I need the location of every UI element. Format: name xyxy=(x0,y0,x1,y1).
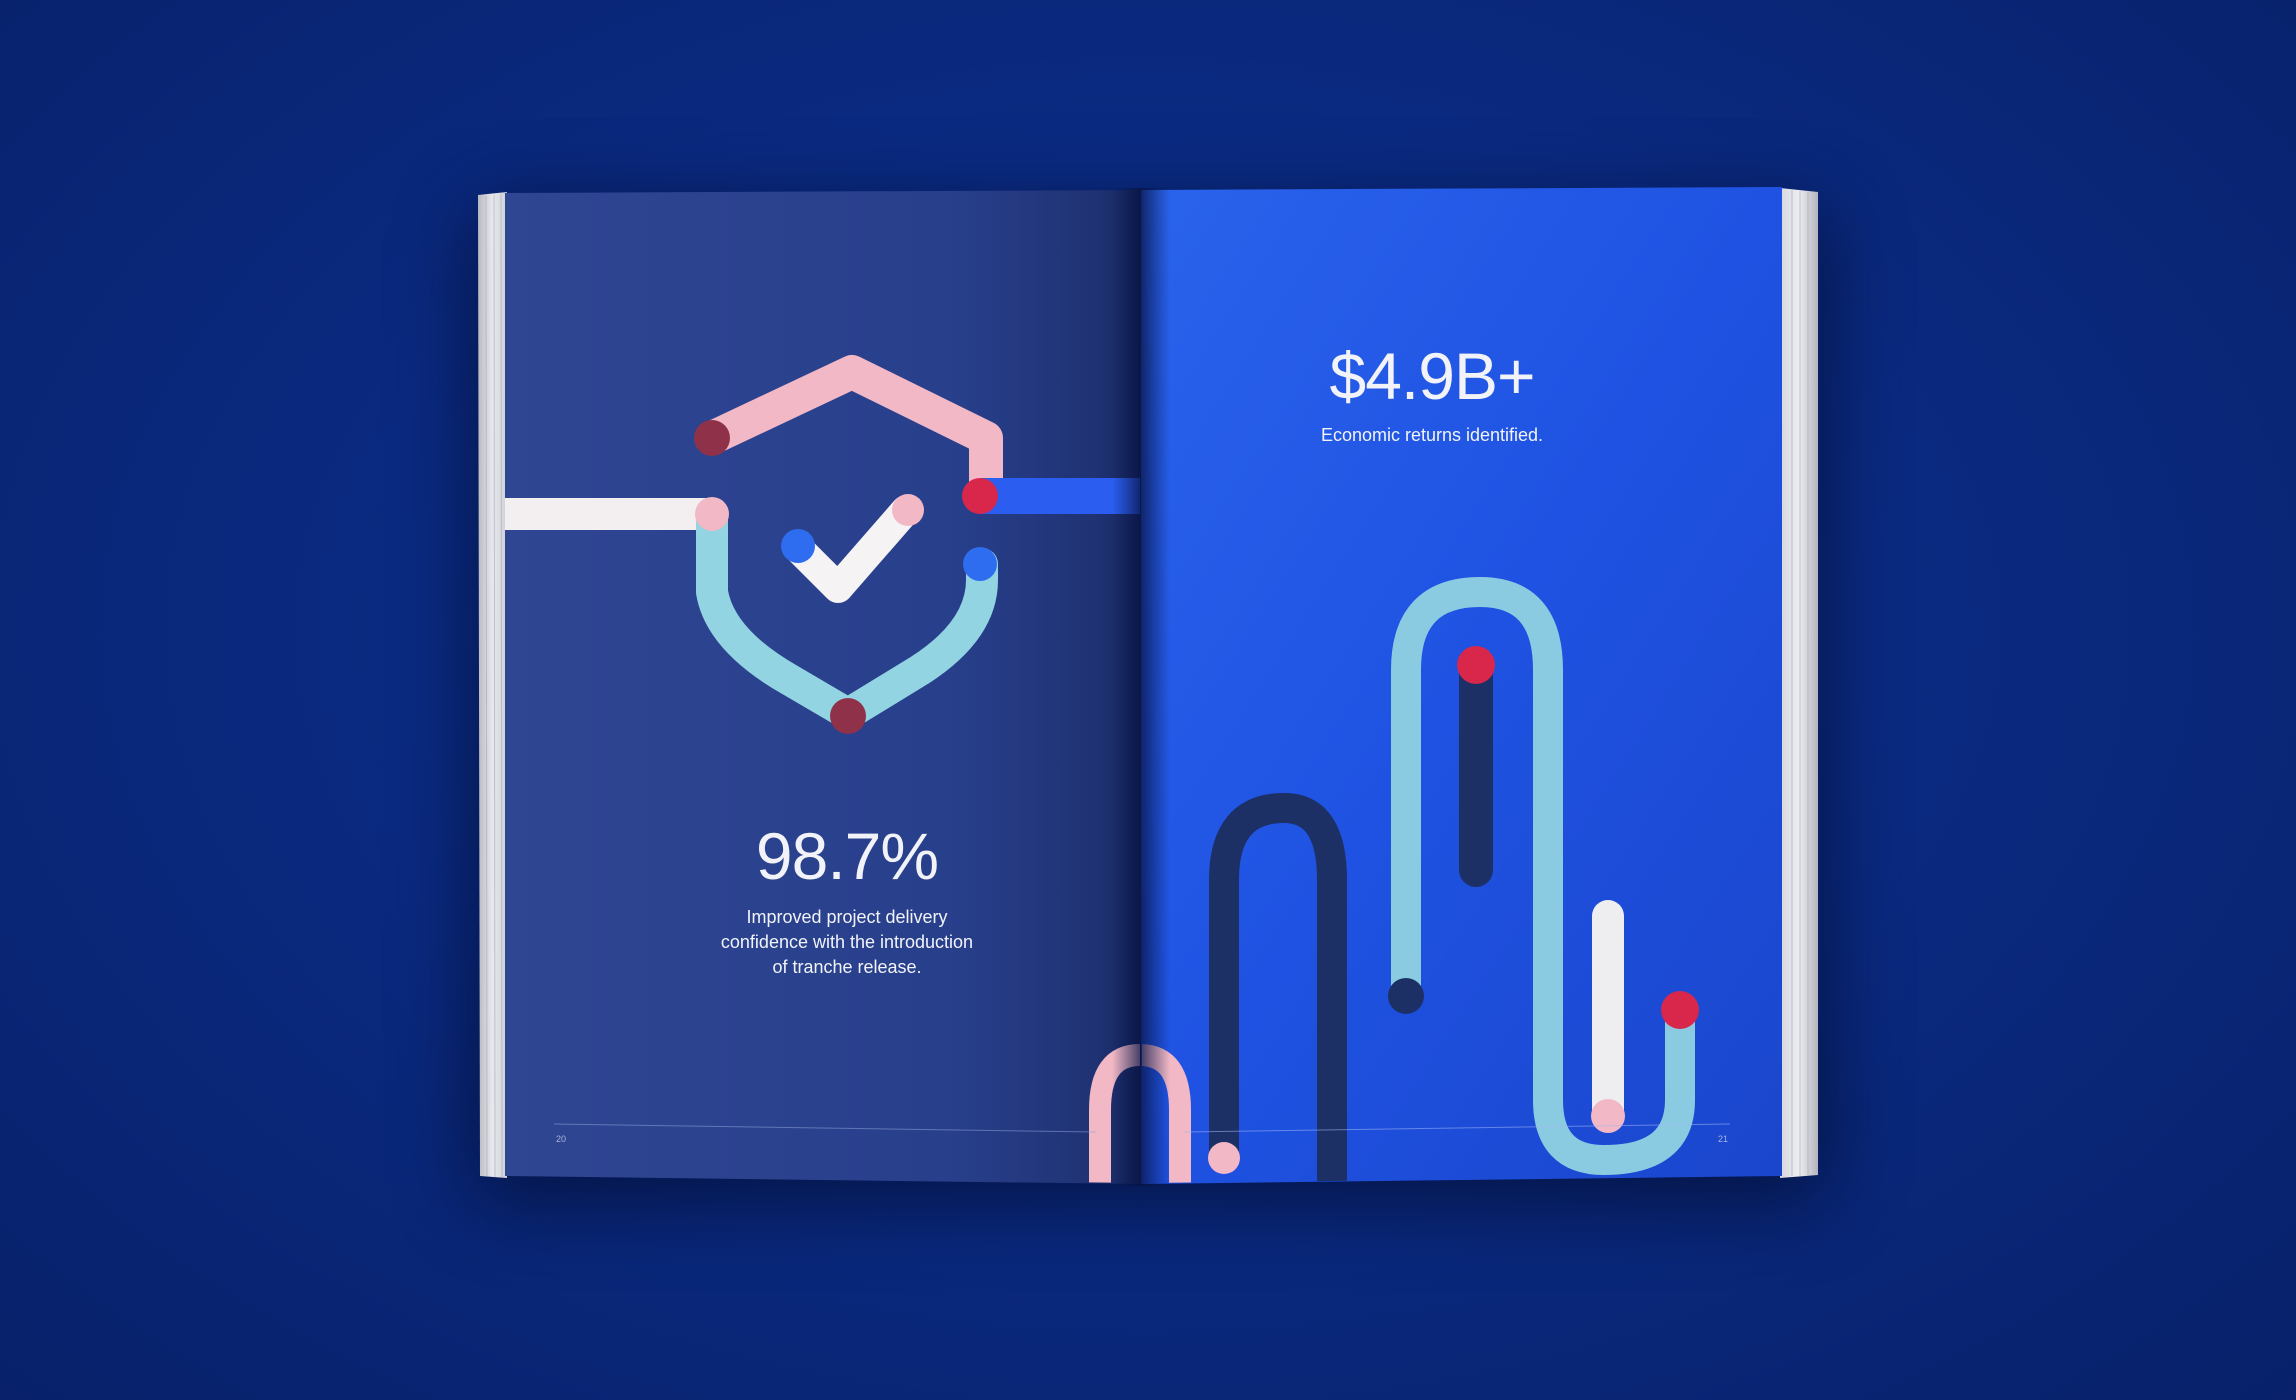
left-stat-value: 98.7% xyxy=(755,819,939,893)
book-gutter xyxy=(1112,188,1170,1186)
right-page-number: 21 xyxy=(1718,1134,1729,1144)
left-page-edge xyxy=(478,192,507,1178)
open-book xyxy=(478,187,1818,1186)
left-caption-line: of tranche release. xyxy=(772,957,922,977)
magazine-spread-scene: 98.7% Improved project delivery confiden… xyxy=(0,0,2296,1400)
right-stat-caption: Economic returns identified. xyxy=(1320,425,1544,445)
left-page-number: 20 xyxy=(556,1134,567,1144)
left-caption-line: confidence with the introduction xyxy=(720,932,974,952)
right-stat-value: $4.9B+ xyxy=(1329,339,1535,413)
right-page-edge xyxy=(1780,188,1818,1178)
left-caption-line: Improved project delivery xyxy=(746,907,948,927)
left-stat-caption: Improved project delivery confidence wit… xyxy=(657,905,1037,980)
